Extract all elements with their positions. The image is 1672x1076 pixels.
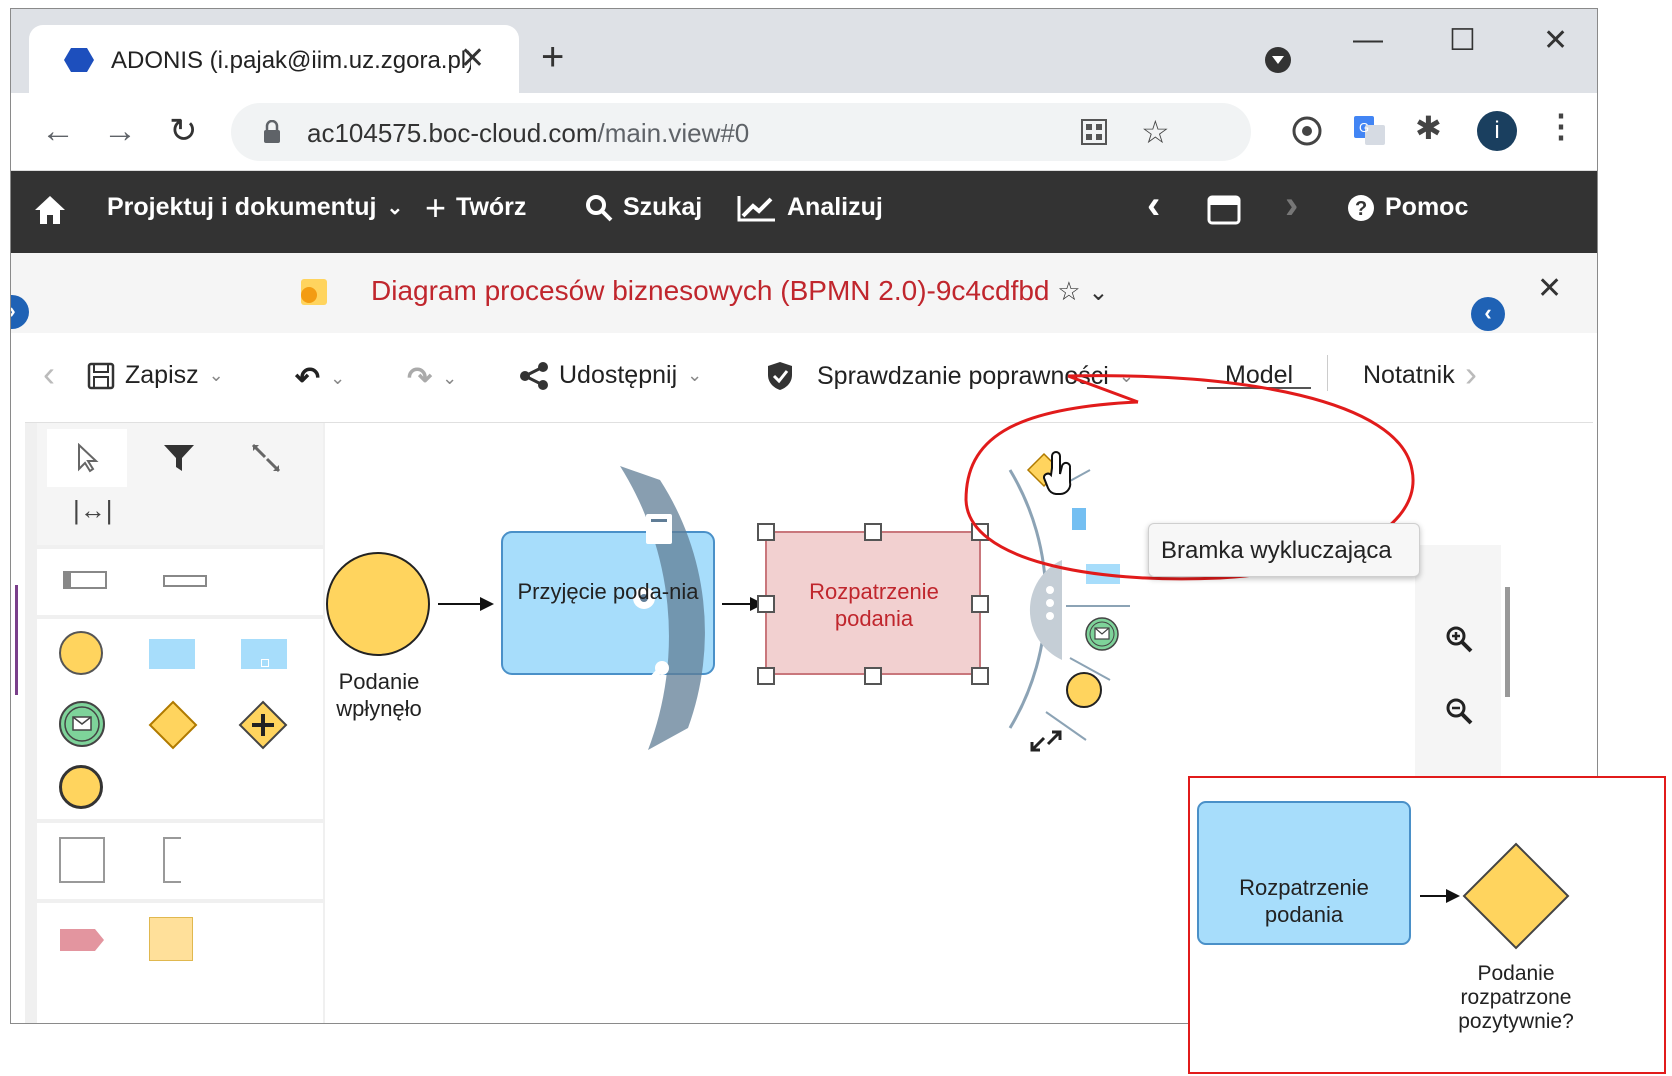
start-event[interactable] [326,552,430,656]
task-review-label: Rozpatrzenie podania [809,579,939,631]
inset-task-label: Rozpatrzenie podania [1239,875,1369,927]
task-option-icon[interactable] [1072,508,1086,530]
more-dots-icon[interactable] [1046,586,1054,620]
book-icon[interactable] [646,514,672,544]
message-event-option-icon[interactable] [1085,617,1119,651]
arrowhead-icon [1446,889,1460,903]
end-event-option-icon[interactable] [1066,672,1102,708]
tooltip: Bramka wykluczająca [1148,523,1420,577]
inset-preview-panel: Rozpatrzenie podania Podanie rozpatrzone… [1188,776,1666,1074]
start-event-label: Podanie wpłynęło [336,669,422,721]
connect-arrows-icon[interactable] [1030,730,1062,752]
radial-divider [1045,711,1087,741]
inset-gateway-label: Podanie rozpatrzone pozytywnie? [1458,962,1574,1033]
arrowhead-icon [480,597,494,611]
inset-exclusive-gateway [1462,842,1570,950]
task-receive-label: Przyjęcie poda-nia [517,579,699,604]
annotation-stroke [1067,374,1139,404]
radial-more-handle[interactable] [1029,560,1062,660]
